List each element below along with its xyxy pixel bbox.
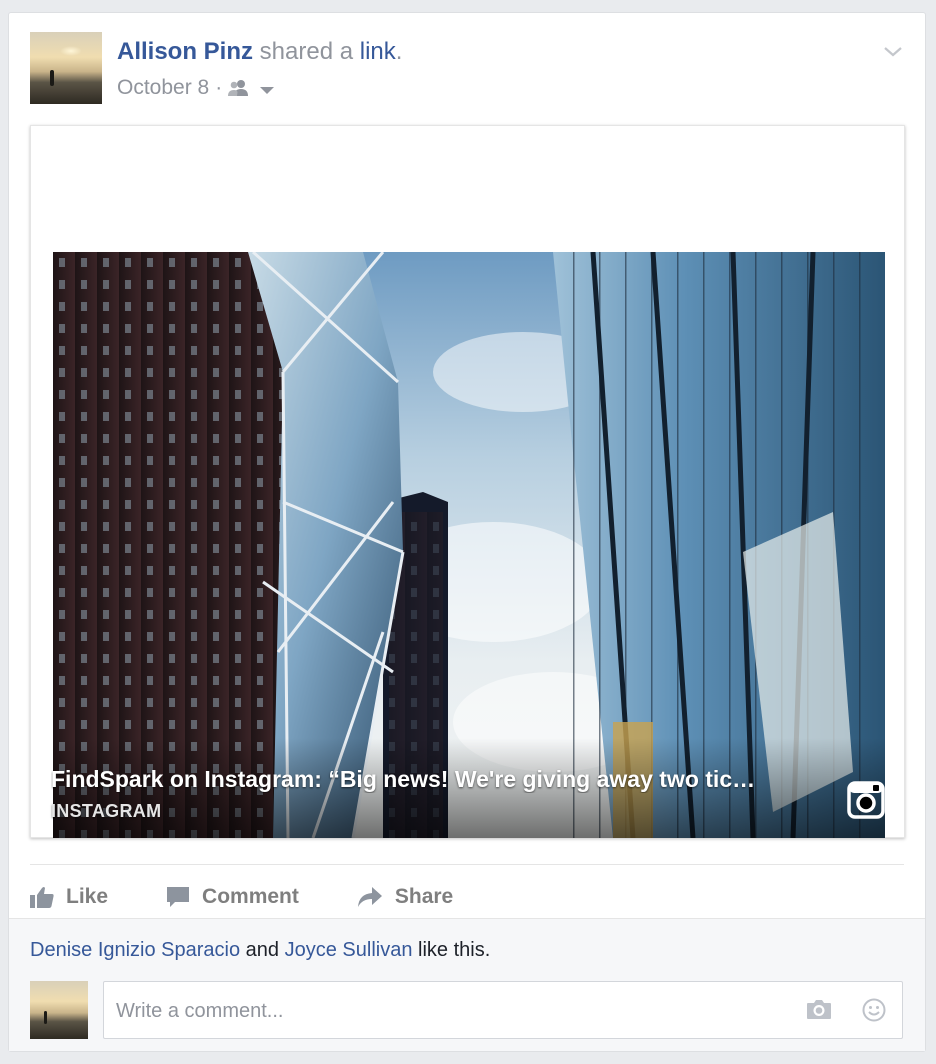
post-actions: Like Comment Share <box>30 877 511 917</box>
instagram-icon <box>847 781 885 819</box>
comment-input[interactable] <box>114 982 778 1040</box>
link-preview-title[interactable]: FindSpark on Instagram: “Big news! We're… <box>51 766 831 793</box>
feed-post: Allison Pinz shared a link. October 8 · <box>8 12 926 1052</box>
share-button[interactable]: Share <box>357 885 453 909</box>
smiley-icon[interactable] <box>862 998 886 1027</box>
likes-summary: Denise Ignizio Sparacio and Joyce Sulliv… <box>30 939 490 962</box>
action-suffix: . <box>395 38 403 65</box>
link-preview-source: INSTAGRAM <box>51 801 162 821</box>
comment-button[interactable]: Comment <box>166 885 299 909</box>
link-preview-image[interactable] <box>53 252 885 838</box>
author-name[interactable]: Allison Pinz <box>117 38 253 65</box>
liker-name-2[interactable]: Joyce Sullivan <box>285 939 413 961</box>
author-avatar[interactable] <box>30 32 102 104</box>
liker-name-1[interactable]: Denise Ignizio Sparacio <box>30 939 240 961</box>
post-header: Allison Pinz shared a link. October 8 · <box>30 32 905 106</box>
post-footer: Denise Ignizio Sparacio and Joyce Sulliv… <box>9 918 925 1051</box>
share-arrow-icon <box>357 887 382 907</box>
likes-joiner: and <box>240 939 285 961</box>
post-meta: October 8 · <box>117 76 275 100</box>
audience-caret-icon[interactable] <box>260 86 275 94</box>
camera-icon[interactable] <box>806 998 832 1025</box>
post-date[interactable]: October 8 <box>117 76 209 100</box>
like-label: Like <box>66 885 109 908</box>
comment-box[interactable] <box>103 981 903 1040</box>
share-label: Share <box>394 885 454 908</box>
actions-divider <box>30 864 904 865</box>
friends-icon[interactable] <box>228 79 250 97</box>
post-title: Allison Pinz shared a link. <box>117 38 402 66</box>
shared-link-text[interactable]: link <box>360 38 396 65</box>
likes-suffix: like this. <box>412 939 491 961</box>
thumbs-up-icon <box>30 887 54 908</box>
chevron-down-icon[interactable] <box>881 40 905 64</box>
like-button[interactable]: Like <box>30 885 108 909</box>
meta-separator: · <box>215 76 223 99</box>
comment-label: Comment <box>202 885 299 908</box>
link-preview[interactable]: FindSpark on Instagram: “Big news! We're… <box>30 125 905 838</box>
comment-bubble-icon <box>167 887 190 907</box>
commenter-avatar[interactable] <box>30 981 88 1039</box>
action-text: shared a <box>253 38 360 65</box>
